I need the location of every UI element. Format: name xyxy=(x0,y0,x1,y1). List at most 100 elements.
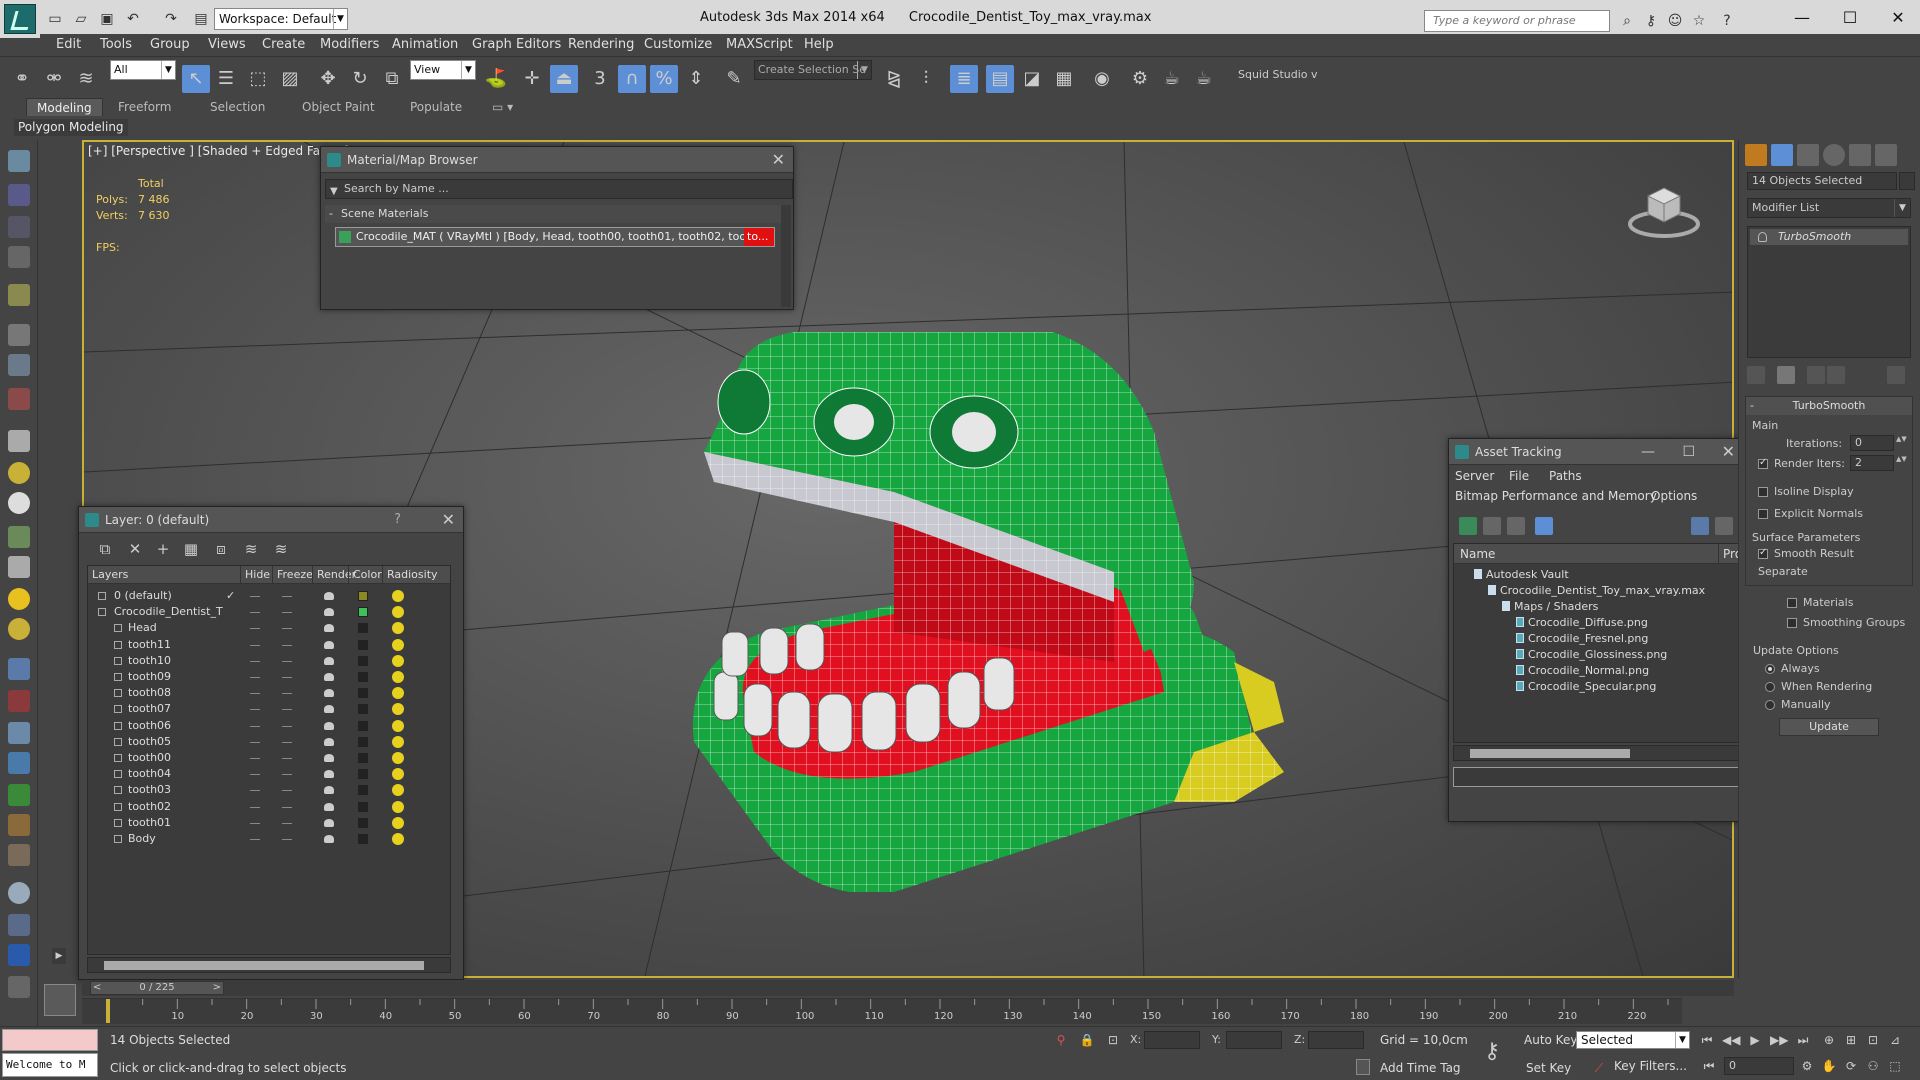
asset-tree-item[interactable]: Crocodile_Specular.png xyxy=(1516,678,1656,696)
cloth-icon[interactable] xyxy=(8,844,30,866)
asset-menu-server[interactable]: Server xyxy=(1455,469,1494,483)
spinner-arrows-icon[interactable]: ▲▼ xyxy=(1896,455,1907,471)
grid-icon[interactable] xyxy=(8,246,30,268)
radiosity-icon[interactable] xyxy=(392,735,404,748)
hide-toggle-icon[interactable] xyxy=(250,822,260,824)
spinner-arrows-icon[interactable]: ▲▼ xyxy=(1896,435,1907,451)
hide-toggle-icon[interactable] xyxy=(250,774,260,776)
layer-color-swatch[interactable] xyxy=(358,720,368,731)
menu-help[interactable]: Help xyxy=(804,37,834,52)
render-setup-icon[interactable]: ⚙ xyxy=(1126,65,1154,93)
schematic-view-icon[interactable]: ▦ xyxy=(1050,65,1078,93)
freeze-all-icon[interactable]: ≋ xyxy=(271,539,291,559)
freeze-toggle-icon[interactable] xyxy=(282,806,292,808)
tripod-icon[interactable] xyxy=(8,722,30,744)
material-search-input[interactable]: ▼ Search by Name ... xyxy=(325,179,793,199)
asset-menu-options[interactable]: Options xyxy=(1651,489,1697,503)
named-selection-dropdown[interactable]: Create Selection Se ▼ xyxy=(754,60,872,80)
snap-toggle-icon[interactable]: 3 xyxy=(586,65,614,93)
select-in-layer-icon[interactable]: ▦ xyxy=(181,539,201,559)
pivot-icon[interactable]: ⛳ xyxy=(482,65,510,93)
rect-selection-icon[interactable]: ⬚ xyxy=(244,65,272,93)
layer-color-swatch[interactable] xyxy=(358,639,368,650)
viewcube-icon[interactable] xyxy=(1628,180,1700,240)
scale-icon[interactable]: ⧉ xyxy=(378,65,406,93)
pin-stack-icon[interactable] xyxy=(1747,366,1765,384)
field-of-view-icon[interactable]: ⊿ xyxy=(1886,1031,1904,1049)
pan-icon[interactable]: ✋ xyxy=(1820,1057,1838,1075)
maximize-viewport-icon[interactable]: ⬚ xyxy=(1886,1057,1904,1075)
material-browser-scrollbar[interactable] xyxy=(781,205,791,307)
align-icon[interactable]: ⫶ xyxy=(912,65,940,93)
radiosity-icon[interactable] xyxy=(392,833,404,845)
freeze-toggle-icon[interactable] xyxy=(282,693,292,695)
col-layers[interactable]: Layers xyxy=(88,566,128,584)
ribbon-options-icon[interactable]: ▭ ▾ xyxy=(482,98,523,116)
menu-graph-editors[interactable]: Graph Editors xyxy=(472,37,561,52)
time-config-icon[interactable]: ⚙ xyxy=(1798,1057,1816,1075)
binoculars-icon[interactable]: ⌕ xyxy=(1616,10,1638,32)
previous-key-icon[interactable]: ◀◀ xyxy=(1722,1031,1740,1049)
asset-menu-paths[interactable]: Paths xyxy=(1549,469,1582,483)
radiosity-icon[interactable] xyxy=(392,800,404,813)
menu-animation[interactable]: Animation xyxy=(392,37,458,52)
radiosity-icon[interactable] xyxy=(392,606,404,619)
ribbon-sub-label[interactable]: Polygon Modeling xyxy=(14,119,128,136)
layer-row[interactable]: Body xyxy=(88,829,450,849)
key-selection-dropdown[interactable]: Selected ▼ xyxy=(1576,1031,1690,1049)
scroll-thumb[interactable] xyxy=(1470,749,1630,758)
spacewarp-icon[interactable] xyxy=(8,388,30,410)
explicit-normals-checkbox[interactable] xyxy=(1758,509,1768,519)
freeze-toggle-icon[interactable] xyxy=(282,790,292,792)
particle-icon[interactable] xyxy=(8,658,30,680)
menu-maxscript[interactable]: MAXScript xyxy=(726,37,793,52)
utilities-tab-icon[interactable] xyxy=(1875,144,1897,166)
freeze-toggle-icon[interactable] xyxy=(282,774,292,776)
radiosity-icon[interactable] xyxy=(392,687,404,700)
maxscript-output[interactable]: Welcome to M xyxy=(2,1053,98,1077)
layer-color-swatch[interactable] xyxy=(358,688,368,699)
update-button[interactable]: Update xyxy=(1779,718,1879,736)
layer-color-swatch[interactable] xyxy=(358,623,368,634)
freeze-toggle-icon[interactable] xyxy=(282,758,292,759)
link-icon[interactable]: ⚭ xyxy=(8,65,36,93)
viewport-label[interactable]: [+] [Perspective ] [Shaded + Edged Faces… xyxy=(88,144,349,158)
smoothing-groups-checkbox[interactable] xyxy=(1787,618,1797,628)
lightbulb-icon[interactable] xyxy=(1758,232,1767,242)
remove-modifier-icon[interactable] xyxy=(1827,366,1845,384)
minimize-icon[interactable]: — xyxy=(1641,439,1655,465)
refresh-icon[interactable] xyxy=(1459,517,1477,535)
set-key-filter-icon[interactable]: ⟋ xyxy=(1590,1059,1608,1077)
help-button[interactable]: ? xyxy=(394,507,401,533)
render-teapot-icon[interactable] xyxy=(324,705,334,714)
menu-modifiers[interactable]: Modifiers xyxy=(320,37,379,52)
radiosity-icon[interactable] xyxy=(392,590,404,602)
chevron-down-icon[interactable]: ▼ xyxy=(330,183,338,201)
teapot-icon[interactable] xyxy=(8,150,30,172)
isolate-icon[interactable]: ⚲ xyxy=(1052,1031,1070,1049)
layer-horizontal-scrollbar[interactable] xyxy=(87,957,451,973)
col-color[interactable]: Color xyxy=(348,566,382,584)
go-to-start-icon[interactable]: ⏮ xyxy=(1698,1031,1716,1049)
reference-coord-dropdown[interactable]: View ▼ xyxy=(410,60,476,80)
freeze-toggle-icon[interactable] xyxy=(282,628,292,630)
track-bar[interactable]: 10 20 30 40 50 60 70 80 90 100 110 120 130 140 150 160 1… xyxy=(82,998,1682,1024)
x-coord-field[interactable] xyxy=(1144,1031,1200,1049)
toggle-ribbon-icon[interactable]: ▤ xyxy=(986,65,1014,93)
render-teapot-icon[interactable] xyxy=(324,818,334,827)
app-logo[interactable] xyxy=(4,4,36,34)
hide-toggle-icon[interactable] xyxy=(250,709,260,711)
key-icon[interactable]: ⚷ xyxy=(1640,10,1662,32)
rendered-frame-icon[interactable]: ☕ xyxy=(1158,65,1186,93)
freeze-toggle-icon[interactable] xyxy=(282,725,292,727)
mini-viewport-icon[interactable] xyxy=(44,984,76,1016)
play-icon[interactable]: ▶ xyxy=(1746,1031,1764,1049)
spinner-snap-icon[interactable]: ⇕ xyxy=(682,65,710,93)
time-slider-thumb[interactable]: < 0 / 225 > xyxy=(90,981,224,995)
layer-color-swatch[interactable] xyxy=(358,817,368,828)
hide-toggle-icon[interactable] xyxy=(250,839,260,840)
collapse-icon[interactable]: - xyxy=(329,205,333,223)
z-coord-field[interactable] xyxy=(1308,1031,1364,1049)
layer-color-swatch[interactable] xyxy=(358,801,368,812)
freeze-toggle-icon[interactable] xyxy=(282,660,292,662)
